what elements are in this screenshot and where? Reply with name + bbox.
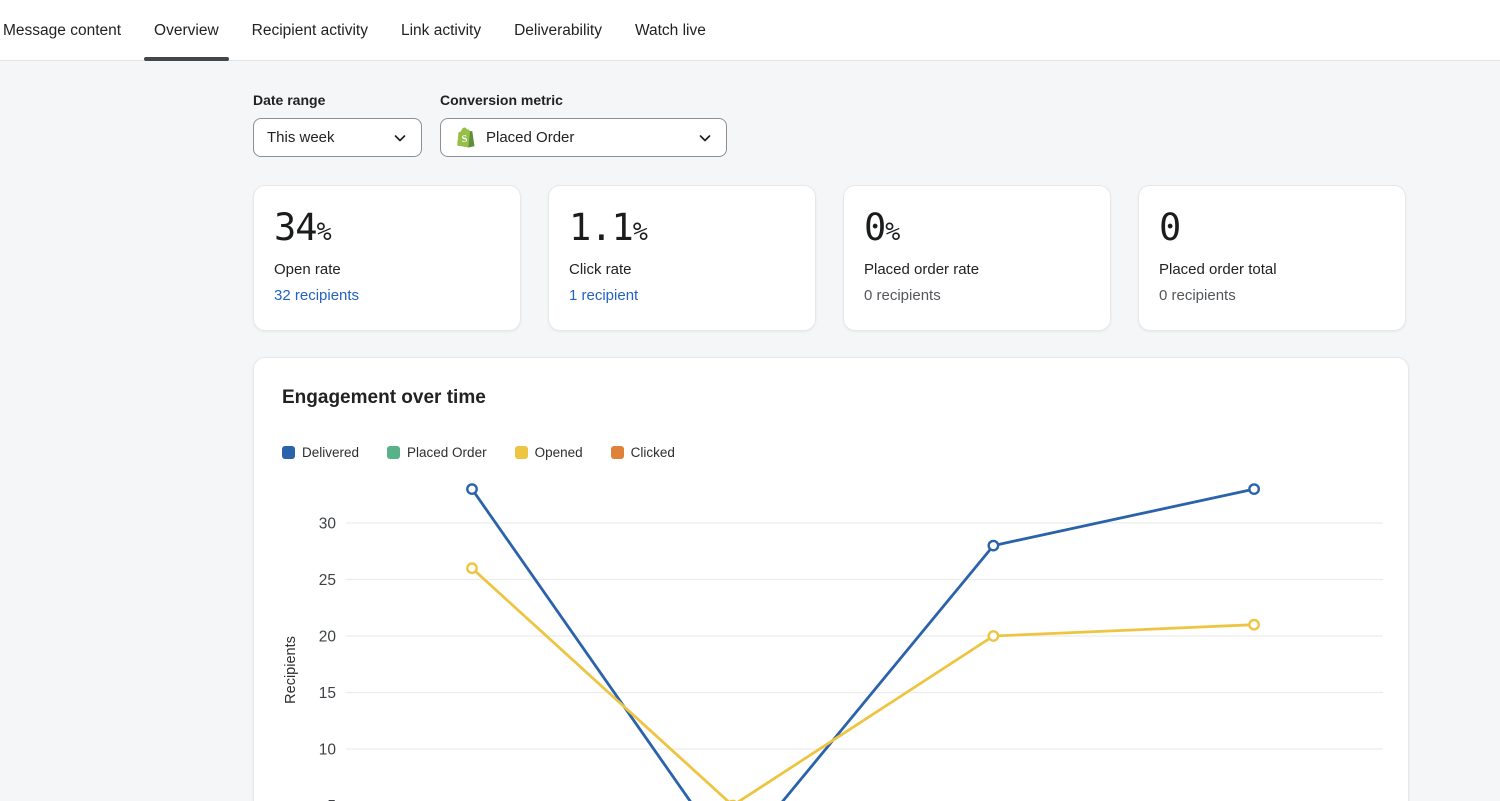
conversion-metric-value: Placed Order [486,129,574,146]
legend-label: Placed Order [407,445,487,460]
engagement-line-chart[interactable]: 30252015105Recipients [254,358,1409,801]
chevron-down-icon [697,130,713,146]
date-range-value: This week [267,129,335,146]
data-point-marker[interactable] [467,484,476,493]
tab-message-content[interactable]: Message content [0,0,131,61]
legend-label: Clicked [631,445,675,460]
report-tabbar: Message content Overview Recipient activ… [0,0,1500,61]
y-tick-label: 15 [319,685,336,702]
click-recipients-link[interactable]: 1 recipient [569,287,638,304]
legend-item-opened[interactable]: Opened [515,445,583,460]
y-tick-label: 30 [319,516,337,533]
y-tick-label: 20 [319,629,337,646]
click-rate-value: 1.1% [569,206,795,254]
tab-watch-live[interactable]: Watch live [625,0,716,61]
series-line-opened [472,568,1254,801]
chevron-down-icon [392,130,408,146]
engagement-chart-card: 30252015105Recipients Engagement over ti… [253,357,1409,801]
conversion-metric-filter: Conversion metric S Placed Order [440,92,727,157]
percent-suffix: % [317,217,332,246]
legend-item-placed-order[interactable]: Placed Order [387,445,487,460]
stat-card-open-rate: 34% Open rate 32 recipients [253,185,521,331]
conversion-metric-label: Conversion metric [440,92,727,108]
legend-label: Opened [535,445,583,460]
clicked-swatch-icon [611,446,624,459]
click-rate-label: Click rate [569,261,795,278]
open-recipients-link[interactable]: 32 recipients [274,287,359,304]
tab-overview[interactable]: Overview [144,0,229,61]
placed-order-total-value: 0 [1159,206,1385,254]
y-axis-label: Recipients [283,636,299,704]
shopify-icon: S [454,126,477,149]
percent-suffix: % [633,217,648,246]
tab-deliverability[interactable]: Deliverability [504,0,612,61]
conversion-metric-select[interactable]: S Placed Order [440,118,727,157]
percent-suffix: % [885,217,900,246]
legend-label: Delivered [302,445,359,460]
open-rate-value: 34% [274,206,500,254]
chart-title: Engagement over time [282,387,486,409]
placed-order-total-label: Placed order total [1159,261,1385,278]
stats-row: 34% Open rate 32 recipients 1.1% Click r… [253,185,1406,331]
legend-item-delivered[interactable]: Delivered [282,445,359,460]
y-tick-label: 10 [319,742,337,759]
data-point-marker[interactable] [989,631,998,640]
tab-link-activity[interactable]: Link activity [391,0,491,61]
placed-order-rate-recipients: 0 recipients [864,287,941,304]
delivered-swatch-icon [282,446,295,459]
date-range-label: Date range [253,92,422,108]
stat-card-placed-order-total: 0 Placed order total 0 recipients [1138,185,1406,331]
overview-main: Date range This week Conversion metric [0,61,1500,801]
data-point-marker[interactable] [467,564,476,573]
tab-recipient-activity[interactable]: Recipient activity [242,0,378,61]
report-tabs: Message content Overview Recipient activ… [0,0,1500,61]
placed-order-rate-value: 0% [864,206,1090,254]
date-range-filter: Date range This week [253,92,422,157]
stat-card-click-rate: 1.1% Click rate 1 recipient [548,185,816,331]
data-point-marker[interactable] [1249,620,1258,629]
data-point-marker[interactable] [989,541,998,550]
y-tick-label: 25 [319,572,336,589]
series-line-delivered [472,489,1254,801]
open-rate-label: Open rate [274,261,500,278]
campaign-analytics-page: Message content Overview Recipient activ… [0,0,1500,801]
opened-swatch-icon [515,446,528,459]
data-point-marker[interactable] [1249,484,1258,493]
legend-item-clicked[interactable]: Clicked [611,445,675,460]
chart-legend: Delivered Placed Order Opened Clicked [282,445,703,460]
stat-card-placed-order-rate: 0% Placed order rate 0 recipients [843,185,1111,331]
placed-order-swatch-icon [387,446,400,459]
placed-order-rate-label: Placed order rate [864,261,1090,278]
date-range-select[interactable]: This week [253,118,422,157]
placed-order-total-recipients: 0 recipients [1159,287,1236,304]
